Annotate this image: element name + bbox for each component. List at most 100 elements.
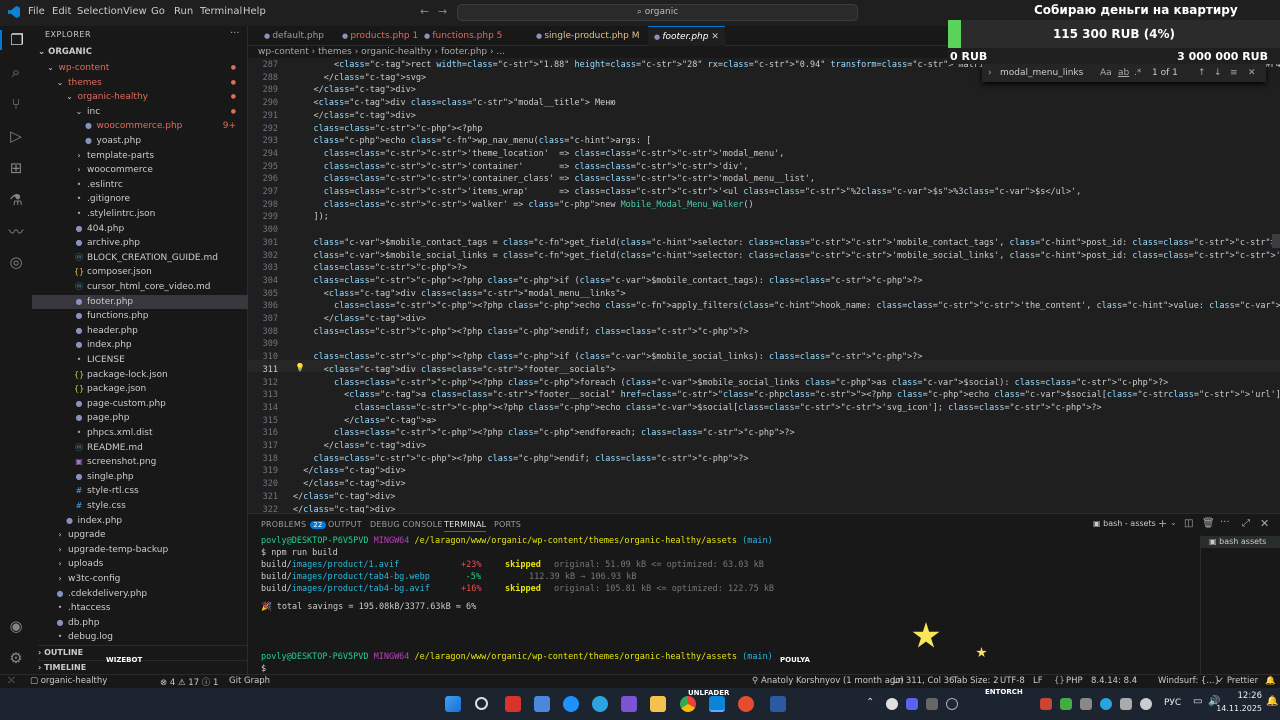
panel-tab-ports[interactable]: PORTS — [494, 520, 521, 529]
tree-item-folder[interactable]: › woocommerce — [32, 163, 248, 178]
tree-item-php[interactable]: ● yoast.php — [32, 134, 248, 149]
whole-word-icon[interactable]: ab — [1118, 64, 1129, 82]
tree-item-php[interactable]: ● single.php — [32, 470, 248, 485]
tree-item-md[interactable]: ⓜ README.md — [32, 441, 248, 456]
tab-products-php[interactable]: ● products.php 1 — [336, 26, 424, 46]
tree-item-folder-open[interactable]: ⌄ themes ● — [32, 76, 248, 91]
tree-item-md[interactable]: ⓜ BLOCK_CREATION_GUIDE.md — [32, 251, 248, 266]
obsidian-icon[interactable] — [621, 696, 637, 712]
git-blame[interactable]: ⚲ Anatoly Korshnyov (1 month ago) — [752, 676, 904, 686]
previous-match-icon[interactable]: ↑ — [1198, 64, 1206, 82]
terminal-shell-selector[interactable]: ▣ bash - assets — [1093, 519, 1156, 528]
clock-date[interactable]: 14.11.2025 — [1216, 704, 1262, 713]
tree-item-folder-open[interactable]: ⌄ inc ● — [32, 105, 248, 120]
tree-item-file[interactable]: • .stylelintrc.json — [32, 207, 248, 222]
remote-icon[interactable]: ⤬ — [8, 676, 15, 686]
telegram-icon[interactable] — [592, 696, 608, 712]
next-match-icon[interactable]: ↓ — [1214, 64, 1222, 82]
tree-item-file[interactable]: • phpcs.xml.dist — [32, 426, 248, 441]
tree-item-php[interactable]: ● archive.php — [32, 236, 248, 251]
mic-icon[interactable]: ♮ — [1133, 676, 1136, 686]
chevron-down-icon[interactable]: ⌄ — [1170, 518, 1177, 527]
menu-file[interactable]: File — [28, 6, 45, 17]
maximize-panel-icon[interactable]: ⤢ — [1242, 518, 1250, 529]
tray-chevron-icon[interactable]: ⌃ — [866, 697, 874, 708]
match-case-icon[interactable]: Aa — [1100, 64, 1112, 82]
end-of-line[interactable]: LF — [1033, 676, 1043, 686]
panel-tab-problems[interactable]: PROBLEMS 22 — [261, 520, 326, 529]
tree-item-folder-open[interactable]: ⌄ organic-healthy ● — [32, 90, 248, 105]
clock-time[interactable]: 12:26 — [1226, 691, 1263, 701]
git-graph-button[interactable]: Git Graph — [229, 676, 270, 686]
forward-arrow-icon[interactable]: → — [438, 5, 447, 18]
extensions-icon[interactable]: ⊞ — [6, 158, 26, 178]
tray-app-icon[interactable] — [1040, 698, 1052, 710]
steam-icon[interactable] — [946, 698, 958, 710]
file-explorer-icon[interactable] — [650, 696, 666, 712]
tree-item-php[interactable]: ● page.php — [32, 411, 248, 426]
search-icon[interactable] — [475, 697, 488, 710]
tree-item-folder[interactable]: › w3tc-config — [32, 572, 248, 587]
tree-item-php[interactable]: ● index.php — [32, 338, 248, 353]
vscode-taskbar-icon[interactable] — [709, 696, 725, 712]
encoding[interactable]: UTF-8 — [1000, 676, 1025, 686]
tray-app-icon[interactable] — [1080, 698, 1092, 710]
tray-app-icon[interactable] — [1120, 698, 1132, 710]
tree-item-folder[interactable]: › upgrade — [32, 528, 248, 543]
split-terminal-icon[interactable]: ◫ — [1184, 518, 1193, 529]
git-graph-icon[interactable]: ◎ — [6, 252, 26, 272]
tree-item-file[interactable]: • .gitignore — [32, 192, 248, 207]
braces-icon[interactable]: {} — [1054, 676, 1065, 686]
php-version[interactable]: 8.4.14: 8.4 — [1091, 676, 1137, 686]
tree-item-img[interactable]: ▣ screenshot.png — [32, 455, 248, 470]
find-input[interactable]: modal_menu_links — [1000, 64, 1083, 82]
back-arrow-icon[interactable]: ← — [420, 5, 429, 18]
tray-telegram-icon[interactable] — [1100, 698, 1112, 710]
more-actions-icon[interactable]: ··· — [1220, 517, 1230, 528]
prettier-status[interactable]: ✓ Prettier — [1217, 676, 1258, 686]
tree-item-file[interactable]: • .eslintrc — [32, 178, 248, 193]
source-control-icon[interactable]: ⑂ — [6, 94, 26, 114]
tree-item-json[interactable]: {} package.json — [32, 382, 248, 397]
close-panel-icon[interactable]: ✕ — [1260, 517, 1269, 530]
tab-default-php[interactable]: ● default.php — [258, 26, 330, 46]
notifications-icon[interactable]: 🔔 — [1265, 676, 1276, 686]
tab-single-product-php[interactable]: ● single-product.php M — [530, 26, 645, 46]
network-icon[interactable]: ▭ — [1193, 696, 1202, 707]
testing-icon[interactable]: ⚗ — [6, 190, 26, 210]
tree-item-php[interactable]: ● .cdekdelivery.php — [32, 587, 248, 602]
tree-item-file[interactable]: • .htaccess — [32, 601, 248, 616]
tree-item-json[interactable]: {} composer.json — [32, 265, 248, 280]
search-icon[interactable]: ⌕ — [6, 62, 26, 82]
menu-go[interactable]: Go — [151, 6, 165, 17]
new-terminal-icon[interactable]: + — [1158, 517, 1167, 530]
menu-run[interactable]: Run — [174, 6, 193, 17]
panel-tab-debug-console[interactable]: DEBUG CONSOLE — [370, 520, 443, 529]
edge-icon[interactable] — [563, 696, 579, 712]
chrome-icon[interactable] — [680, 696, 696, 712]
more-actions-icon[interactable]: ··· — [230, 28, 240, 39]
chevron-right-icon[interactable]: › — [988, 64, 992, 82]
tree-item-folder[interactable]: › uploads — [32, 557, 248, 572]
tab-footer-php[interactable]: ● footer.php ✕ — [648, 26, 725, 46]
find-in-selection-icon[interactable]: ≡ — [1230, 64, 1238, 82]
tree-item-md[interactable]: ⓜ cursor_html_core_video.md — [32, 280, 248, 295]
outline-section[interactable]: › OUTLINE — [38, 645, 248, 657]
find-widget[interactable]: › modal_menu_links Aa ab .* 1 of 1 ↑ ↓ ≡… — [982, 64, 1266, 82]
workspace-root[interactable]: ⌄ ORGANIC — [38, 47, 92, 57]
tree-item-php[interactable]: ● footer.php — [32, 294, 248, 310]
app-icon[interactable] — [770, 696, 786, 712]
tab-functions-php[interactable]: ● functions.php 5 — [418, 26, 508, 46]
menu-selection[interactable]: Selection — [77, 6, 123, 17]
start-menu-icon[interactable] — [445, 696, 461, 712]
tree-item-php[interactable]: ● header.php — [32, 324, 248, 339]
tree-item-folder[interactable]: › template-parts — [32, 149, 248, 164]
tray-mic-icon[interactable] — [1140, 698, 1152, 710]
language-indicator[interactable]: РУС — [1164, 698, 1181, 708]
terminal-list-item[interactable]: ▣ bash assets — [1201, 536, 1280, 548]
language-mode[interactable]: PHP — [1066, 676, 1083, 686]
tree-item-php[interactable]: ● functions.php — [32, 309, 248, 324]
regex-icon[interactable]: .* — [1134, 64, 1141, 82]
tree-item-css[interactable]: # style.css — [32, 499, 248, 514]
tray-app-icon[interactable] — [926, 698, 938, 710]
